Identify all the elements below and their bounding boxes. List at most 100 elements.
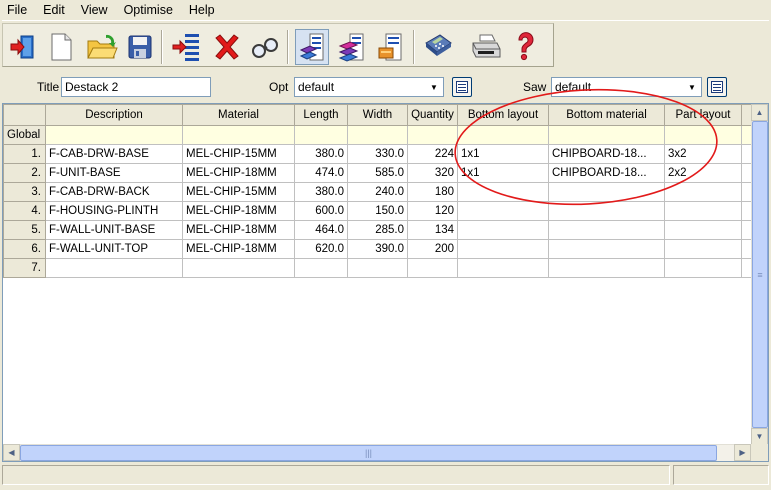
cell-length[interactable] (294, 258, 348, 278)
saw-edit-button[interactable] (707, 77, 727, 97)
cell-part-layout[interactable]: 2x2 (664, 163, 742, 183)
row-number[interactable]: 1. (3, 144, 46, 164)
column-header-description[interactable]: Description (45, 104, 183, 126)
cell-width[interactable]: 390.0 (347, 239, 408, 259)
cell-bottom-layout[interactable] (457, 201, 549, 221)
help-button[interactable] (509, 29, 543, 65)
cell-description[interactable]: F-HOUSING-PLINTH (45, 201, 183, 221)
vertical-scrollbar[interactable]: ▲ ≡ ▼ (751, 104, 768, 445)
cell-quantity[interactable]: 134 (407, 220, 458, 240)
column-header-quantity[interactable]: Quantity (407, 104, 458, 126)
cell-length[interactable]: 380.0 (294, 144, 348, 164)
cell-bottom-layout[interactable]: 1x1 (457, 144, 549, 164)
cell-part-layout[interactable] (664, 201, 742, 221)
cell-width[interactable]: 330.0 (347, 144, 408, 164)
vertical-scroll-thumb[interactable]: ≡ (752, 121, 768, 428)
column-header-bottom-layout[interactable]: Bottom layout (457, 104, 549, 126)
grid-cell[interactable] (347, 125, 408, 145)
cell-quantity[interactable]: 200 (407, 239, 458, 259)
cell-material[interactable]: MEL-CHIP-15MM (182, 182, 295, 202)
cell-bottom-layout[interactable] (457, 239, 549, 259)
cell-part-layout[interactable] (664, 239, 742, 259)
new-button[interactable] (44, 29, 78, 65)
grid-cell[interactable] (407, 125, 458, 145)
import-button[interactable] (169, 29, 203, 65)
cell-length[interactable]: 380.0 (294, 182, 348, 202)
row-number[interactable]: 6. (3, 239, 46, 259)
row-number[interactable]: 3. (3, 182, 46, 202)
cell-width[interactable] (347, 258, 408, 278)
grid-cell[interactable] (45, 125, 183, 145)
table-row[interactable]: 2. F-UNIT-BASE MEL-CHIP-18MM 474.0 585.0 320 1… (3, 163, 754, 183)
cell-quantity[interactable]: 320 (407, 163, 458, 183)
cell-quantity[interactable]: 120 (407, 201, 458, 221)
cell-quantity[interactable]: 224 (407, 144, 458, 164)
grid-cell[interactable] (457, 125, 549, 145)
menu-help[interactable]: Help (181, 3, 223, 17)
cell-description[interactable]: F-CAB-DRW-BASE (45, 144, 183, 164)
cell-length[interactable]: 464.0 (294, 220, 348, 240)
cell-description[interactable]: F-CAB-DRW-BACK (45, 182, 183, 202)
menu-optimise[interactable]: Optimise (116, 3, 181, 17)
cell-material[interactable]: MEL-CHIP-18MM (182, 163, 295, 183)
cell-quantity[interactable] (407, 258, 458, 278)
exit-button[interactable] (6, 29, 40, 65)
cell-bottom-material[interactable] (548, 258, 665, 278)
cell-description[interactable] (45, 258, 183, 278)
save-button[interactable] (123, 29, 157, 65)
cell-part-layout[interactable] (664, 182, 742, 202)
cell-width[interactable]: 585.0 (347, 163, 408, 183)
opt-select[interactable]: default ▼ (294, 77, 444, 97)
scroll-right-icon[interactable]: ▶ (734, 444, 751, 461)
menu-file[interactable]: File (0, 3, 35, 17)
table-row[interactable]: 6. F-WALL-UNIT-TOP MEL-CHIP-18MM 620.0 390.0… (3, 239, 754, 259)
scroll-up-icon[interactable]: ▲ (751, 104, 768, 121)
cell-part-layout[interactable] (664, 258, 742, 278)
cell-bottom-material[interactable]: CHIPBOARD-18... (548, 144, 665, 164)
cell-bottom-material[interactable] (548, 201, 665, 221)
scroll-left-icon[interactable]: ◀ (3, 444, 20, 461)
cell-bottom-material[interactable]: CHIPBOARD-18... (548, 163, 665, 183)
cell-bottom-material[interactable] (548, 220, 665, 240)
column-header-part-layout[interactable]: Part layout (664, 104, 742, 126)
grid-cell[interactable] (664, 125, 742, 145)
calculator-button[interactable] (421, 29, 455, 65)
cell-material[interactable] (182, 258, 295, 278)
cell-bottom-layout[interactable] (457, 258, 549, 278)
cell-description[interactable]: F-WALL-UNIT-BASE (45, 220, 183, 240)
grid-cell[interactable] (182, 125, 295, 145)
cell-material[interactable]: MEL-CHIP-18MM (182, 239, 295, 259)
opt-edit-button[interactable] (452, 77, 472, 97)
column-header-bottom-material[interactable]: Bottom material (548, 104, 665, 126)
boards-list-button[interactable] (335, 29, 369, 65)
chevron-down-icon[interactable]: ▼ (684, 79, 700, 95)
cell-length[interactable]: 600.0 (294, 201, 348, 221)
menu-edit[interactable]: Edit (35, 3, 73, 17)
cell-material[interactable]: MEL-CHIP-18MM (182, 201, 295, 221)
cell-part-layout[interactable]: 3x2 (664, 144, 742, 164)
grid-cell[interactable] (294, 125, 348, 145)
cell-description[interactable]: F-UNIT-BASE (45, 163, 183, 183)
cell-part-layout[interactable] (664, 220, 742, 240)
horizontal-scrollbar[interactable]: ◀ ||| ▶ (3, 444, 751, 461)
row-number[interactable]: 2. (3, 163, 46, 183)
parts-grid[interactable]: Description Material Length Width Quanti… (2, 103, 769, 462)
delete-button[interactable] (210, 29, 244, 65)
horizontal-scroll-thumb[interactable]: ||| (20, 445, 717, 461)
cell-material[interactable]: MEL-CHIP-18MM (182, 220, 295, 240)
row-number[interactable]: 4. (3, 201, 46, 221)
cell-material[interactable]: MEL-CHIP-15MM (182, 144, 295, 164)
cell-length[interactable]: 620.0 (294, 239, 348, 259)
title-input[interactable]: Destack 2 (61, 77, 211, 97)
cell-length[interactable]: 474.0 (294, 163, 348, 183)
grid-cell[interactable] (548, 125, 665, 145)
edging-list-button[interactable] (373, 29, 407, 65)
cell-width[interactable]: 285.0 (347, 220, 408, 240)
chevron-down-icon[interactable]: ▼ (426, 79, 442, 95)
cell-width[interactable]: 150.0 (347, 201, 408, 221)
cell-bottom-layout[interactable] (457, 220, 549, 240)
scroll-down-icon[interactable]: ▼ (751, 428, 768, 445)
table-row[interactable]: 3. F-CAB-DRW-BACK MEL-CHIP-15MM 380.0 240.0 1… (3, 182, 754, 202)
cell-bottom-layout[interactable] (457, 182, 549, 202)
open-button[interactable] (85, 29, 119, 65)
